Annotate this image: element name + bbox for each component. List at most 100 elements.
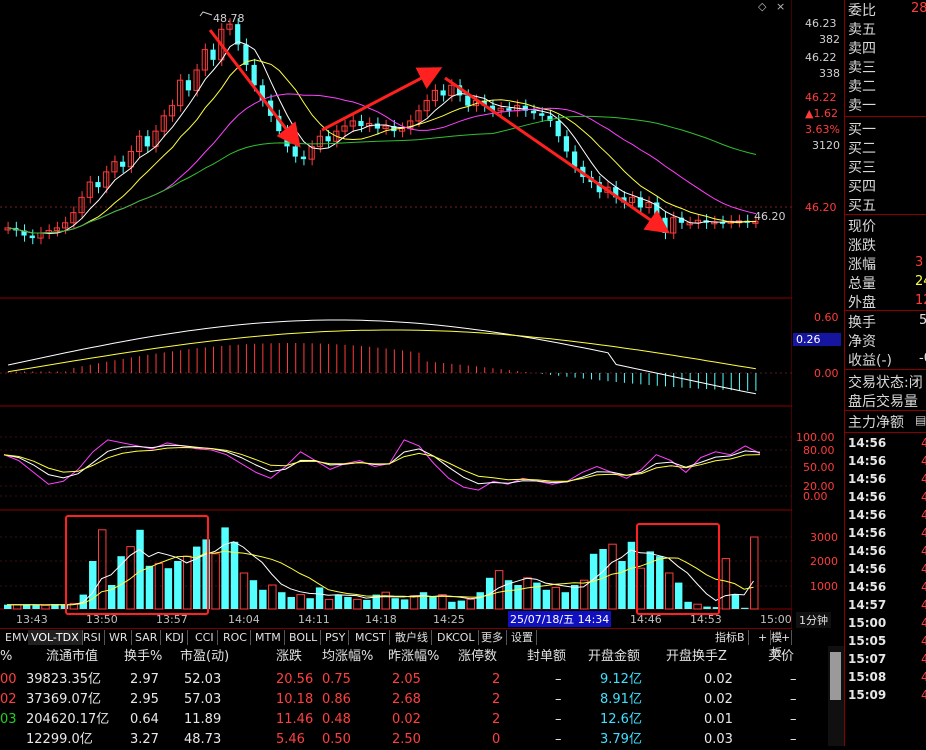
candle-down — [251, 64, 257, 86]
column-header[interactable]: 均涨幅% — [322, 646, 373, 668]
table-cell: 57.03 — [184, 692, 222, 707]
volume-bar — [221, 527, 229, 609]
indicator-tab[interactable]: RSI — [80, 630, 105, 645]
candle-up — [423, 100, 430, 112]
add-template-button[interactable]: + — [778, 630, 793, 645]
quote-stat-value: -0 — [919, 351, 926, 366]
volume-bar — [278, 592, 286, 609]
column-header[interactable]: 封单额 — [527, 646, 566, 668]
table-cell: 0.86 — [322, 692, 351, 707]
table-cell: 0.01 — [704, 712, 733, 727]
table-cell: 0.50 — [322, 732, 351, 747]
indicator-tab[interactable]: 设置 — [508, 630, 537, 645]
indicator-tab[interactable]: MTM — [252, 630, 285, 645]
time-axis-label: 14:11 — [298, 613, 330, 626]
volume-bar — [391, 598, 399, 609]
column-header[interactable]: 买价 — [768, 646, 794, 668]
ask-level-label: 卖五 — [848, 22, 876, 38]
indicator-tab[interactable]: PSY — [322, 630, 350, 645]
divider — [845, 214, 926, 215]
table-cell: 52.03 — [184, 672, 222, 687]
volume-bar — [561, 592, 569, 609]
indicator-tab[interactable]: KDJ — [162, 630, 188, 645]
volume-bar — [249, 580, 258, 609]
time-axis-label: 13:57 — [156, 613, 188, 626]
volume-bar — [259, 589, 267, 609]
tick-time: 14:56 — [848, 490, 887, 504]
table-cell: 5.46 — [276, 732, 305, 747]
tick-price: 4 — [921, 616, 926, 630]
tick-time: 14:56 — [848, 436, 887, 450]
diamond-icon[interactable]: ◇ — [758, 0, 766, 13]
current-price-label: 46.20 — [754, 210, 786, 223]
close-icon[interactable]: × — [776, 0, 785, 13]
indicator-tab[interactable]: BOLL — [286, 630, 322, 645]
table-cell: – — [790, 672, 797, 687]
candle-down — [506, 108, 512, 111]
table-cell: – — [790, 692, 797, 707]
tick-price: 4 — [921, 598, 926, 612]
table-cell: 11.89 — [184, 712, 222, 727]
volume-bar — [41, 604, 50, 610]
stock-list-table: % 流通市值 换手% 市盈(动) 涨跌 均涨幅% 昨涨幅% 涨停数 封单额 开盘金额 开盘换手Z 买价… — [0, 646, 828, 747]
tick-time: 14:56 — [848, 580, 887, 594]
indicator-tab[interactable]: 更多 — [478, 630, 507, 645]
indicator-tab[interactable]: MCST — [352, 630, 390, 645]
tick-time: 15:07 — [848, 652, 887, 666]
volume-bar — [344, 597, 352, 609]
price-axis-label: 382 — [819, 33, 840, 46]
divider — [845, 410, 926, 411]
volume-panel — [4, 515, 759, 615]
trade-status-label: 盘后交易量 — [848, 394, 918, 410]
candle-down — [539, 113, 545, 116]
tick-price: 4 — [921, 490, 926, 504]
table-cell: – — [790, 732, 797, 747]
volume-bar — [315, 587, 324, 609]
volume-bar — [400, 599, 409, 609]
indicator-tab[interactable]: ROC — [220, 630, 251, 645]
price-axis-label: 3120 — [812, 139, 840, 152]
period-selector[interactable]: 1分钟 — [796, 612, 831, 628]
macd-dif-line — [7, 319, 756, 395]
indicator-tab[interactable]: SAR — [132, 630, 162, 645]
intraday-chart[interactable] — [0, 0, 792, 628]
candle-down — [555, 120, 561, 137]
indicator-tab[interactable]: 散户线 — [392, 630, 432, 645]
table-scrollbar[interactable] — [828, 646, 844, 746]
indicator-tab[interactable]: DKCOL — [434, 630, 479, 645]
indicator-tab-b[interactable]: 指标B — [712, 630, 749, 645]
quote-stat-label: 涨幅 — [848, 257, 876, 273]
column-header[interactable]: 换手% — [124, 646, 162, 668]
table-cell: 3.79亿 — [600, 732, 642, 747]
indicator-tab[interactable]: WR — [106, 630, 132, 645]
column-header[interactable]: 开盘换手Z — [666, 646, 727, 668]
column-header[interactable]: 流通市值 — [46, 646, 98, 668]
quote-stat-label: 换手 — [848, 315, 876, 331]
column-header[interactable]: 开盘金额 — [588, 646, 640, 668]
volume-bar — [571, 585, 579, 609]
table-cell: 2.95 — [130, 692, 159, 707]
quote-stat-label: 涨跌 — [848, 238, 876, 254]
column-header[interactable]: 市盈(动) — [180, 646, 229, 668]
column-header[interactable]: 昨涨幅% — [388, 646, 439, 668]
quote-stat-value: 5 — [919, 313, 926, 328]
tick-time: 14:56 — [848, 508, 887, 522]
table-cell: 00 — [0, 672, 17, 687]
volume-bar — [636, 567, 646, 610]
time-axis-label: 14:18 — [365, 613, 397, 626]
volume-bar — [363, 599, 371, 609]
volume-axis-label: 2000 — [810, 555, 838, 568]
column-header[interactable]: % — [0, 646, 12, 668]
quote-panel: 委比 28 卖五卖四卖三卖二卖一买一买二买三买四买五现价涨跌涨幅 3 总量 24 外盘 12 换… — [844, 0, 926, 746]
volume-bar — [721, 558, 731, 610]
indicator-tab[interactable]: VOL-TDX — [28, 630, 83, 645]
macd-axis-zero: 0.00 — [814, 367, 839, 380]
divider — [845, 116, 926, 117]
indicator-tab[interactable]: CCI — [192, 630, 218, 645]
table-cell: 9.12亿 — [600, 672, 642, 687]
table-cell: 2.50 — [392, 732, 421, 747]
column-header[interactable]: 涨跌 — [276, 646, 302, 668]
column-header[interactable]: 涨停数 — [458, 646, 497, 668]
bid-level-label: 买四 — [848, 179, 876, 195]
volume-bar — [60, 604, 69, 609]
